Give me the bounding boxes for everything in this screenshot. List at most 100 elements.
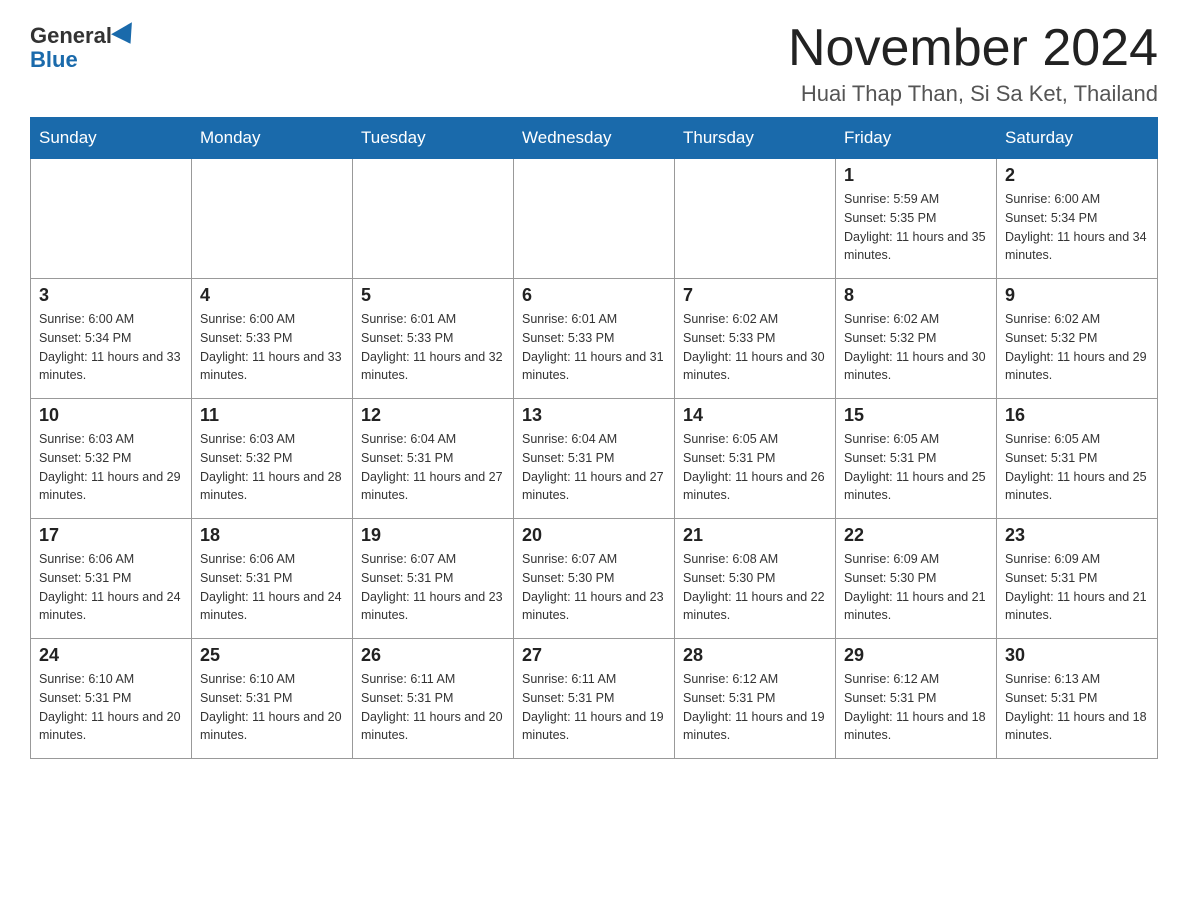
day-of-week-header: Tuesday xyxy=(353,118,514,159)
calendar-day-cell xyxy=(192,159,353,279)
day-number: 9 xyxy=(1005,285,1149,306)
calendar-header-row: SundayMondayTuesdayWednesdayThursdayFrid… xyxy=(31,118,1158,159)
day-info: Sunrise: 6:08 AMSunset: 5:30 PMDaylight:… xyxy=(683,550,827,625)
calendar-day-cell: 8Sunrise: 6:02 AMSunset: 5:32 PMDaylight… xyxy=(836,279,997,399)
day-info: Sunrise: 6:12 AMSunset: 5:31 PMDaylight:… xyxy=(844,670,988,745)
day-info: Sunrise: 6:01 AMSunset: 5:33 PMDaylight:… xyxy=(361,310,505,385)
day-number: 4 xyxy=(200,285,344,306)
day-number: 1 xyxy=(844,165,988,186)
calendar-day-cell: 20 Sunrise: 6:07 AMSunset: 5:30 PMDayligh… xyxy=(514,519,675,639)
calendar-day-cell: 28Sunrise: 6:12 AMSunset: 5:31 PMDayligh… xyxy=(675,639,836,759)
calendar-day-cell: 10Sunrise: 6:03 AMSunset: 5:32 PMDayligh… xyxy=(31,399,192,519)
day-number: 20 xyxy=(522,525,666,546)
day-info: Sunrise: 6:02 AMSunset: 5:32 PMDaylight:… xyxy=(844,310,988,385)
logo-general: General xyxy=(30,25,112,47)
day-number: 22 xyxy=(844,525,988,546)
calendar-day-cell xyxy=(514,159,675,279)
calendar-week-row: 3 Sunrise: 6:00 AMSunset: 5:34 PMDaylight… xyxy=(31,279,1158,399)
calendar-day-cell: 27Sunrise: 6:11 AMSunset: 5:31 PMDayligh… xyxy=(514,639,675,759)
calendar-week-row: 24 Sunrise: 6:10 AMSunset: 5:31 PMDayligh… xyxy=(31,639,1158,759)
day-info: Sunrise: 6:11 AMSunset: 5:31 PMDaylight:… xyxy=(361,670,505,745)
day-number: 7 xyxy=(683,285,827,306)
day-info: Sunrise: 6:07 AMSunset: 5:30 PMDaylight:… xyxy=(522,550,666,625)
calendar-day-cell: 6Sunrise: 6:01 AMSunset: 5:33 PMDaylight… xyxy=(514,279,675,399)
day-of-week-header: Sunday xyxy=(31,118,192,159)
day-info: Sunrise: 6:09 AMSunset: 5:30 PMDaylight:… xyxy=(844,550,988,625)
day-number: 11 xyxy=(200,405,344,426)
day-number: 24 xyxy=(39,645,183,666)
day-number: 25 xyxy=(200,645,344,666)
day-of-week-header: Monday xyxy=(192,118,353,159)
day-info: Sunrise: 6:05 AMSunset: 5:31 PMDaylight:… xyxy=(844,430,988,505)
calendar-week-row: 1 Sunrise: 5:59 AMSunset: 5:35 PMDaylight… xyxy=(31,159,1158,279)
day-number: 29 xyxy=(844,645,988,666)
calendar-day-cell: 25 Sunrise: 6:10 AMSunset: 5:31 PMDayligh… xyxy=(192,639,353,759)
day-info: Sunrise: 6:10 AMSunset: 5:31 PMDaylight:… xyxy=(200,670,344,745)
day-info: Sunrise: 6:04 AMSunset: 5:31 PMDaylight:… xyxy=(361,430,505,505)
calendar-day-cell: 7 Sunrise: 6:02 AMSunset: 5:33 PMDaylight… xyxy=(675,279,836,399)
calendar-day-cell: 30 Sunrise: 6:13 AMSunset: 5:31 PMDayligh… xyxy=(997,639,1158,759)
calendar-table: SundayMondayTuesdayWednesdayThursdayFrid… xyxy=(30,117,1158,759)
day-number: 3 xyxy=(39,285,183,306)
calendar-day-cell: 5 Sunrise: 6:01 AMSunset: 5:33 PMDaylight… xyxy=(353,279,514,399)
calendar-day-cell: 1 Sunrise: 5:59 AMSunset: 5:35 PMDaylight… xyxy=(836,159,997,279)
day-of-week-header: Friday xyxy=(836,118,997,159)
calendar-day-cell: 11 Sunrise: 6:03 AMSunset: 5:32 PMDayligh… xyxy=(192,399,353,519)
day-info: Sunrise: 6:06 AMSunset: 5:31 PMDaylight:… xyxy=(39,550,183,625)
calendar-day-cell: 21 Sunrise: 6:08 AMSunset: 5:30 PMDayligh… xyxy=(675,519,836,639)
day-info: Sunrise: 5:59 AMSunset: 5:35 PMDaylight:… xyxy=(844,190,988,265)
calendar-day-cell: 23 Sunrise: 6:09 AMSunset: 5:31 PMDayligh… xyxy=(997,519,1158,639)
day-number: 30 xyxy=(1005,645,1149,666)
calendar-day-cell xyxy=(353,159,514,279)
month-title: November 2024 xyxy=(788,20,1158,77)
day-info: Sunrise: 6:00 AMSunset: 5:34 PMDaylight:… xyxy=(1005,190,1149,265)
day-number: 5 xyxy=(361,285,505,306)
calendar-week-row: 10 Sunrise: 6:03 AMSunset: 5:32 PMDayligh… xyxy=(31,399,1158,519)
calendar-day-cell: 12 Sunrise: 6:04 AMSunset: 5:31 PMDayligh… xyxy=(353,399,514,519)
day-info: Sunrise: 6:10 AMSunset: 5:31 PMDaylight:… xyxy=(39,670,183,745)
day-info: Sunrise: 6:03 AMSunset: 5:32 PMDaylight:… xyxy=(200,430,344,505)
day-number: 18 xyxy=(200,525,344,546)
day-number: 27 xyxy=(522,645,666,666)
day-number: 21 xyxy=(683,525,827,546)
calendar-day-cell: 14Sunrise: 6:05 AMSunset: 5:31 PMDayligh… xyxy=(675,399,836,519)
calendar-day-cell: 26 Sunrise: 6:11 AMSunset: 5:31 PMDayligh… xyxy=(353,639,514,759)
day-number: 12 xyxy=(361,405,505,426)
day-info: Sunrise: 6:01 AMSunset: 5:33 PMDaylight:… xyxy=(522,310,666,385)
day-number: 14 xyxy=(683,405,827,426)
calendar-day-cell xyxy=(31,159,192,279)
calendar-day-cell: 29 Sunrise: 6:12 AMSunset: 5:31 PMDayligh… xyxy=(836,639,997,759)
day-info: Sunrise: 6:02 AMSunset: 5:33 PMDaylight:… xyxy=(683,310,827,385)
day-number: 10 xyxy=(39,405,183,426)
calendar-day-cell: 15 Sunrise: 6:05 AMSunset: 5:31 PMDayligh… xyxy=(836,399,997,519)
calendar-day-cell: 22 Sunrise: 6:09 AMSunset: 5:30 PMDayligh… xyxy=(836,519,997,639)
logo: General Blue xyxy=(30,20,138,73)
calendar-day-cell xyxy=(675,159,836,279)
page-header: General Blue November 2024 Huai Thap Tha… xyxy=(30,20,1158,107)
calendar-day-cell: 17 Sunrise: 6:06 AMSunset: 5:31 PMDayligh… xyxy=(31,519,192,639)
day-info: Sunrise: 6:13 AMSunset: 5:31 PMDaylight:… xyxy=(1005,670,1149,745)
day-number: 26 xyxy=(361,645,505,666)
day-info: Sunrise: 6:04 AMSunset: 5:31 PMDaylight:… xyxy=(522,430,666,505)
day-number: 17 xyxy=(39,525,183,546)
day-info: Sunrise: 6:09 AMSunset: 5:31 PMDaylight:… xyxy=(1005,550,1149,625)
logo-blue: Blue xyxy=(30,47,78,73)
day-number: 16 xyxy=(1005,405,1149,426)
day-of-week-header: Saturday xyxy=(997,118,1158,159)
logo-arrow-icon xyxy=(111,22,141,50)
calendar-day-cell: 19Sunrise: 6:07 AMSunset: 5:31 PMDayligh… xyxy=(353,519,514,639)
calendar-day-cell: 4 Sunrise: 6:00 AMSunset: 5:33 PMDaylight… xyxy=(192,279,353,399)
day-info: Sunrise: 6:00 AMSunset: 5:33 PMDaylight:… xyxy=(200,310,344,385)
day-number: 23 xyxy=(1005,525,1149,546)
day-info: Sunrise: 6:02 AMSunset: 5:32 PMDaylight:… xyxy=(1005,310,1149,385)
day-number: 2 xyxy=(1005,165,1149,186)
day-number: 15 xyxy=(844,405,988,426)
day-info: Sunrise: 6:00 AMSunset: 5:34 PMDaylight:… xyxy=(39,310,183,385)
calendar-day-cell: 18Sunrise: 6:06 AMSunset: 5:31 PMDayligh… xyxy=(192,519,353,639)
day-number: 13 xyxy=(522,405,666,426)
calendar-day-cell: 16Sunrise: 6:05 AMSunset: 5:31 PMDayligh… xyxy=(997,399,1158,519)
calendar-day-cell: 24 Sunrise: 6:10 AMSunset: 5:31 PMDayligh… xyxy=(31,639,192,759)
calendar-week-row: 17 Sunrise: 6:06 AMSunset: 5:31 PMDayligh… xyxy=(31,519,1158,639)
day-number: 28 xyxy=(683,645,827,666)
calendar-day-cell: 9 Sunrise: 6:02 AMSunset: 5:32 PMDaylight… xyxy=(997,279,1158,399)
